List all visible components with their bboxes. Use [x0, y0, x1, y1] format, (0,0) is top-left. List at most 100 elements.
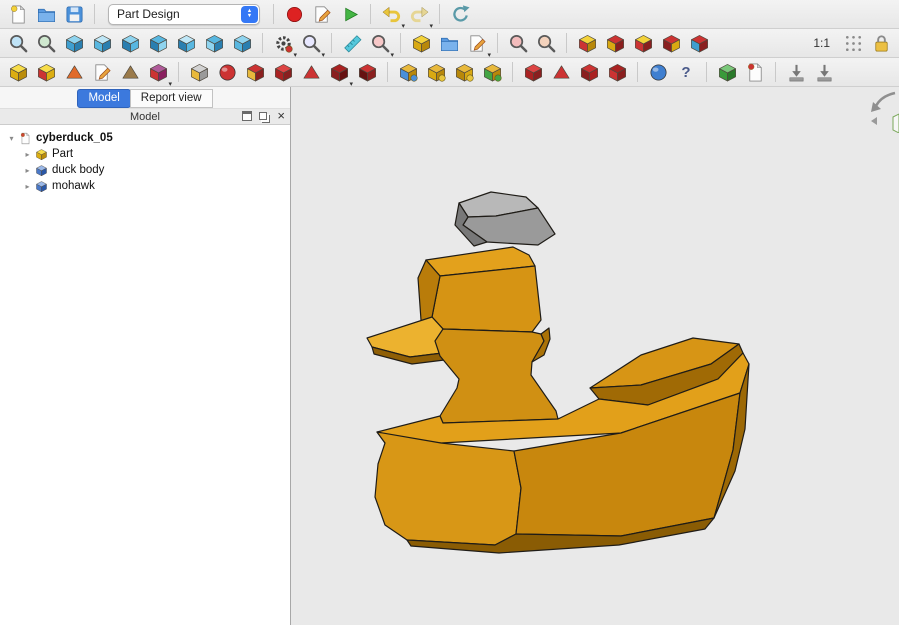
- additive-loft-button[interactable]: [242, 59, 268, 85]
- migrate-tool-button[interactable]: [783, 59, 809, 85]
- check-geometry-button[interactable]: [533, 30, 559, 56]
- bottom-view-button[interactable]: [201, 30, 227, 56]
- workbench-selector[interactable]: Part Design▲▼: [108, 4, 260, 25]
- additive-helix-button[interactable]: [298, 59, 324, 85]
- export-shape-button[interactable]: ▾: [464, 30, 490, 56]
- top-view-button[interactable]: [117, 30, 143, 56]
- axonometric-view-button[interactable]: [61, 30, 87, 56]
- close-panel-button[interactable]: ×: [277, 111, 285, 121]
- fillet-icon: [523, 62, 544, 83]
- group-folder-button[interactable]: [436, 30, 462, 56]
- fillet-button[interactable]: [520, 59, 546, 85]
- refine-shape-button[interactable]: [505, 30, 531, 56]
- fit-all-button[interactable]: [5, 30, 31, 56]
- new-document-button[interactable]: [5, 1, 31, 27]
- dropdown-arrow-icon[interactable]: ▾: [390, 51, 394, 59]
- revolution-button[interactable]: [214, 59, 240, 85]
- rear-view-button[interactable]: [173, 30, 199, 56]
- boolean-cut-button[interactable]: [602, 30, 628, 56]
- navigation-cube-corner[interactable]: [869, 89, 899, 133]
- datum-tools-icon: [148, 62, 169, 83]
- boolean-xor-button[interactable]: [658, 30, 684, 56]
- boolean-intersection-button[interactable]: [630, 30, 656, 56]
- nav-rotate-arrow-icon: [876, 93, 895, 106]
- tree-item-cyberduck-05[interactable]: ▾cyberduck_05: [0, 130, 290, 146]
- expander-icon[interactable]: ▾: [5, 134, 18, 143]
- tree-item-part[interactable]: ▸Part: [0, 146, 290, 162]
- dropdown-arrow-icon[interactable]: ▾: [401, 22, 405, 30]
- hole-icon: [357, 62, 378, 83]
- workbench-selector-stepper-icon[interactable]: ▲▼: [241, 6, 258, 23]
- lock-toggle-button[interactable]: [868, 30, 894, 56]
- 3d-viewport[interactable]: [291, 87, 899, 625]
- boolean-operation-button[interactable]: [645, 59, 671, 85]
- datum-tools-button[interactable]: ▾: [145, 59, 171, 85]
- expander-icon[interactable]: ▸: [21, 182, 34, 191]
- create-body-button[interactable]: [5, 59, 31, 85]
- left-view-button[interactable]: [229, 30, 255, 56]
- shapebinder-button[interactable]: [714, 59, 740, 85]
- open-document-button[interactable]: [33, 1, 59, 27]
- tab-model[interactable]: Model: [77, 89, 130, 108]
- map-sketch-button[interactable]: [89, 59, 115, 85]
- clone-button[interactable]: [742, 59, 768, 85]
- dropdown-arrow-icon[interactable]: ▾: [293, 51, 297, 59]
- measure-linear-button[interactable]: [339, 30, 365, 56]
- dropdown-arrow-icon[interactable]: ▾: [168, 80, 172, 88]
- toolbar-part-design: ▾ ▾?: [0, 58, 899, 87]
- refresh-button[interactable]: [447, 1, 473, 27]
- additive-pipe-button[interactable]: [270, 59, 296, 85]
- grid-toggle-button[interactable]: [840, 30, 866, 56]
- multitransform-button[interactable]: [479, 59, 505, 85]
- chamfer-button[interactable]: [548, 59, 574, 85]
- macro-edit-button[interactable]: [309, 1, 335, 27]
- open-document-icon: [36, 4, 57, 25]
- polar-pattern-button[interactable]: [451, 59, 477, 85]
- edit-sketch-button[interactable]: [61, 59, 87, 85]
- toolbar-separator: [497, 33, 498, 53]
- front-view-button[interactable]: [89, 30, 115, 56]
- redo-button[interactable]: ▾: [406, 1, 432, 27]
- redo-icon: [409, 4, 430, 25]
- view-style-button[interactable]: ▾: [270, 30, 296, 56]
- undo-button[interactable]: ▾: [378, 1, 404, 27]
- zoom-tools-button[interactable]: ▾: [298, 30, 324, 56]
- pad-button[interactable]: [186, 59, 212, 85]
- dropdown-arrow-icon[interactable]: ▾: [487, 51, 491, 59]
- float-panel-button[interactable]: [259, 112, 267, 120]
- expander-icon[interactable]: ▸: [21, 150, 34, 159]
- expander-icon[interactable]: ▸: [21, 166, 34, 175]
- draft-button[interactable]: [576, 59, 602, 85]
- validate-sketch-button[interactable]: [117, 59, 143, 85]
- macro-record-button[interactable]: [281, 1, 307, 27]
- cross-section-button[interactable]: [686, 30, 712, 56]
- whats-this-button[interactable]: ?: [673, 59, 699, 85]
- multitransform-icon: [482, 62, 503, 83]
- dropdown-arrow-icon[interactable]: ▾: [321, 51, 325, 59]
- linear-pattern-button[interactable]: [423, 59, 449, 85]
- create-sketch-button[interactable]: [33, 59, 59, 85]
- thickness-button[interactable]: [604, 59, 630, 85]
- tree-item-duck-body[interactable]: ▸duck body: [0, 162, 290, 178]
- measure-tools-button[interactable]: ▾: [367, 30, 393, 56]
- box-primitive-button[interactable]: [408, 30, 434, 56]
- thickness-icon: [607, 62, 628, 83]
- import-tool-button[interactable]: [811, 59, 837, 85]
- model-panel-title: Model: [130, 111, 160, 123]
- zoom-selection-button[interactable]: [33, 30, 59, 56]
- zoom-level[interactable]: 1:1: [805, 36, 838, 50]
- tab-report-view[interactable]: Report view: [130, 89, 213, 108]
- mirrored-button[interactable]: [395, 59, 421, 85]
- edit-sketch-icon: [64, 62, 85, 83]
- model-tree: ▾cyberduck_05▸Part▸duck body▸mohawk: [0, 125, 290, 625]
- right-view-button[interactable]: [145, 30, 171, 56]
- save-document-button[interactable]: [61, 1, 87, 27]
- tree-item-mohawk[interactable]: ▸mohawk: [0, 178, 290, 194]
- grid-toggle-icon: [843, 33, 864, 54]
- boolean-union-button[interactable]: [574, 30, 600, 56]
- dropdown-arrow-icon[interactable]: ▾: [429, 22, 433, 30]
- undock-panel-button[interactable]: [242, 111, 252, 121]
- hole-button[interactable]: [354, 59, 380, 85]
- pocket-button[interactable]: ▾: [326, 59, 352, 85]
- macro-play-button[interactable]: [337, 1, 363, 27]
